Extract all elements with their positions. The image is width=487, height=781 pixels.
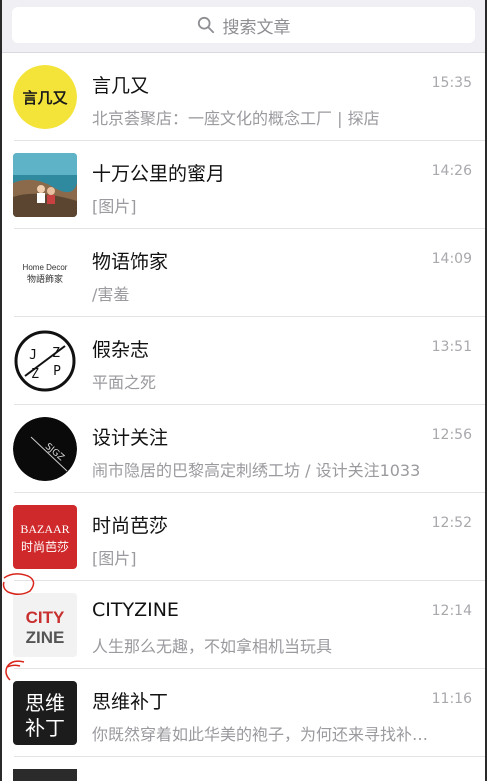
avatar-logo-text: P (53, 364, 61, 379)
search-input[interactable]: 搜索文章 (12, 7, 475, 43)
avatar-logo-text: Z (31, 367, 39, 382)
avatar: CITY ZINE (13, 593, 77, 657)
list-item[interactable]: SJGZ 设计关注 12:56 闹市隐居的巴黎高定刺绣工坊 / 设计关注1033 (2, 405, 485, 493)
annotation-mark-icon (2, 573, 35, 595)
article-time: 14:26 (431, 163, 472, 179)
avatar-logo-text: Home Decor (23, 263, 68, 272)
article-account-name: 时尚芭莎 (92, 515, 169, 537)
search-icon (197, 16, 214, 34)
avatar-logo-text: Z (52, 346, 60, 361)
avatar-logo-text: 思维 (25, 691, 65, 715)
avatar-logo-text: 时尚芭莎 (21, 540, 69, 554)
article-preview: [图片] (92, 549, 137, 568)
list-item[interactable]: CITY ZINE CITYZINE 12:14 人生那么无趣，不如拿相机当玩具 (2, 581, 485, 669)
article-account-name: 设计关注 (92, 427, 169, 449)
article-account-name: 思维补丁 (92, 691, 169, 713)
article-time: 14:09 (431, 251, 472, 267)
list-item[interactable]: BAZAAR 时尚芭莎 时尚芭莎 12:52 [图片] (2, 493, 485, 581)
avatar: J Z Z P (13, 329, 77, 393)
article-preview: 你既然穿着如此华美的袍子，为何还来寻找补… (92, 725, 429, 744)
article-time: 11:16 (431, 691, 472, 707)
avatar-logo-text: BAZAAR (20, 522, 69, 536)
article-preview: 北京荟聚店：一座文化的概念工厂 | 探店 (92, 109, 380, 128)
article-account-name: 十万公里的蜜月 (92, 163, 226, 185)
article-time: 13:51 (431, 339, 472, 355)
article-preview: 平面之死 (92, 373, 157, 392)
article-account-name: 言几又 (92, 75, 150, 97)
article-account-name: CITYZINE (92, 599, 179, 621)
avatar-logo-text: ZINE (26, 628, 65, 647)
article-time: 12:56 (431, 427, 472, 443)
next-list-item-partial (2, 769, 485, 781)
article-list: 言几又 言几又 15:35 北京荟聚店：一座文化的概念工厂 | 探店 十万公里的… (2, 53, 485, 757)
avatar-logo-text: CITY (26, 608, 65, 627)
article-preview: /害羞 (92, 285, 130, 304)
list-item[interactable]: 言几又 言几又 15:35 北京荟聚店：一座文化的概念工厂 | 探店 (2, 53, 485, 141)
divider (14, 756, 485, 757)
annotation-mark-icon (5, 660, 25, 681)
article-account-name: 物语饰家 (92, 251, 169, 273)
article-preview: 闹市隐居的巴黎高定刺绣工坊 / 设计关注1033 (92, 461, 421, 480)
avatar: 言几又 (13, 65, 77, 129)
article-preview: [图片] (92, 197, 137, 216)
article-time: 12:14 (431, 603, 472, 619)
list-item[interactable]: J Z Z P 假杂志 13:51 平面之死 (2, 317, 485, 405)
article-preview: 人生那么无趣，不如拿相机当玩具 (92, 637, 333, 656)
avatar-logo-text: 言几又 (22, 89, 68, 107)
avatar: 思维 补丁 (13, 681, 77, 745)
article-time: 12:52 (431, 515, 472, 531)
list-item[interactable]: 十万公里的蜜月 14:26 [图片] (2, 141, 485, 229)
avatar-logo-text: 补丁 (25, 716, 65, 740)
avatar: BAZAAR 时尚芭莎 (13, 505, 77, 569)
avatar-logo-text: 物語飾家 (27, 273, 63, 285)
article-time: 15:35 (431, 75, 472, 91)
avatar: SJGZ (13, 417, 77, 481)
search-bar: 搜索文章 (2, 0, 485, 53)
article-account-name: 假杂志 (92, 339, 150, 361)
search-placeholder: 搜索文章 (222, 17, 291, 38)
avatar (13, 153, 77, 217)
avatar-logo-text: J (29, 348, 37, 363)
avatar (13, 769, 77, 781)
avatar: Home Decor 物語飾家 (13, 241, 77, 305)
list-item[interactable]: Home Decor 物語飾家 物语饰家 14:09 /害羞 (2, 229, 485, 317)
list-item[interactable]: 思维 补丁 思维补丁 11:16 你既然穿着如此华美的袍子，为何还来寻找补… (2, 669, 485, 757)
